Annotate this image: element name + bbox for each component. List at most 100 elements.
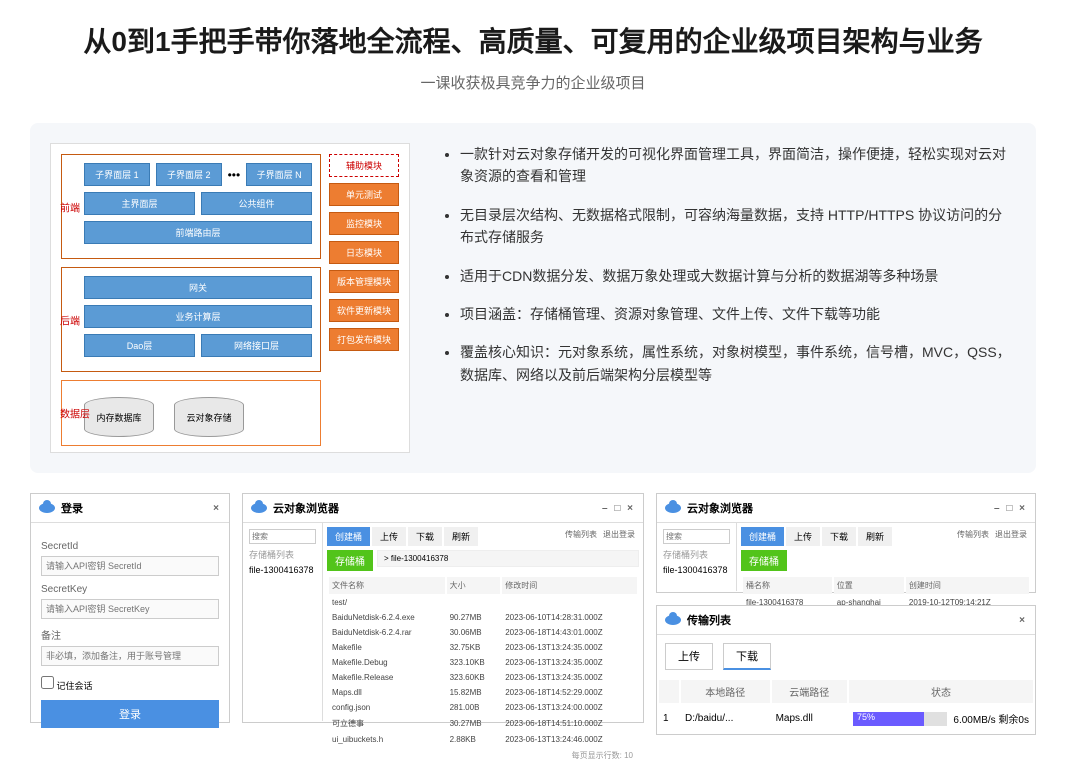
bucket-item[interactable]: file-1300416378 bbox=[249, 565, 316, 575]
cell-local: D:/baidu/... bbox=[681, 705, 770, 732]
table-row[interactable]: ui_uibuckets.h2.88KB2023-06-13T13:24:46.… bbox=[329, 733, 637, 746]
sidebar-search-input[interactable] bbox=[663, 529, 730, 544]
cloud-storage: 云对象存储 bbox=[174, 397, 244, 437]
window-controls[interactable]: – □ × bbox=[602, 503, 635, 514]
link-logout[interactable]: 退出登录 bbox=[995, 529, 1027, 548]
cloud-icon bbox=[251, 503, 267, 513]
tab-download[interactable]: 下载 bbox=[408, 527, 442, 546]
cloud-icon bbox=[665, 503, 681, 513]
cloud-icon bbox=[665, 615, 681, 625]
browser-window: 云对象浏览器 – □ × 存储桶列表 file-1300416378 创建桶 上… bbox=[242, 493, 644, 723]
row-num: 1 bbox=[659, 705, 679, 732]
table-row[interactable]: 1 D:/baidu/... Maps.dll 75% 6.00MB/s 剩余0… bbox=[659, 705, 1033, 732]
col-bucket: 桶名称 bbox=[743, 577, 832, 594]
ui-layer-2: 子界面层 2 bbox=[156, 163, 222, 186]
tab-download[interactable]: 下载 bbox=[822, 527, 856, 546]
table-row[interactable]: 可立德事30.27MB2023-06-18T14:51:10.000Z bbox=[329, 716, 637, 731]
col-time: 修改时间 bbox=[502, 577, 637, 594]
remember-checkbox[interactable] bbox=[41, 676, 54, 689]
login-button[interactable]: 登录 bbox=[41, 700, 219, 728]
page-subtitle: 一课收获极具竞争力的企业级项目 bbox=[30, 72, 1036, 93]
screenshots-row: 登录 × SecretId SecretKey 备注 记住会话 登录 云对象浏览… bbox=[30, 493, 1036, 735]
browser2-window: 云对象浏览器 – □ × 存储桶列表 file-1300416378 创建桶 上… bbox=[656, 493, 1036, 593]
note-input[interactable] bbox=[41, 646, 219, 666]
breadcrumb: > file-1300416378 bbox=[377, 550, 639, 567]
ui-layer-n: 子界面层 N bbox=[246, 163, 312, 186]
window-controls[interactable]: – □ × bbox=[994, 503, 1027, 514]
table-row[interactable]: BaiduNetdisk-6.2.4.exe90.27MB2023-06-10T… bbox=[329, 611, 637, 624]
router-layer: 前端路由层 bbox=[84, 221, 312, 244]
note-label: 备注 bbox=[41, 627, 219, 642]
dao-layer: Dao层 bbox=[84, 334, 195, 357]
main-ui-layer: 主界面层 bbox=[84, 192, 195, 215]
ui-layer-1: 子界面层 1 bbox=[84, 163, 150, 186]
table-row[interactable]: Makefile32.75KB2023-06-13T13:24:35.000Z bbox=[329, 641, 637, 654]
cloud-icon bbox=[39, 503, 55, 513]
backend-label: 后端 bbox=[60, 312, 80, 327]
frontend-label: 前端 bbox=[60, 199, 80, 214]
aux-version: 版本管理模块 bbox=[329, 270, 399, 293]
remember-label: 记住会话 bbox=[57, 681, 93, 691]
link-transfer[interactable]: 传输列表 bbox=[565, 529, 597, 548]
secretkey-input[interactable] bbox=[41, 599, 219, 619]
close-icon[interactable]: × bbox=[1019, 615, 1027, 626]
bucket-item[interactable]: file-1300416378 bbox=[663, 565, 730, 575]
feature-item: 无目录层次结构、无数据格式限制，可容纳海量数据，支持 HTTP/HTTPS 协议… bbox=[460, 204, 1016, 249]
aux-unit-test: 单元测试 bbox=[329, 183, 399, 206]
transfer-title: 传输列表 bbox=[687, 612, 731, 628]
dots: ••• bbox=[228, 168, 241, 182]
link-logout[interactable]: 退出登录 bbox=[603, 529, 635, 548]
feature-item: 一款针对云对象存储开发的可视化界面管理工具，界面简洁，操作便捷，轻松实现对云对象… bbox=[460, 143, 1016, 188]
table-row[interactable]: Makefile.Release323.60KB2023-06-13T13:24… bbox=[329, 671, 637, 684]
table-row[interactable]: config.json281.00B2023-06-13T13:24:00.00… bbox=[329, 701, 637, 714]
table-row[interactable]: BaiduNetdisk-6.2.4.rar30.06MB2023-06-18T… bbox=[329, 626, 637, 639]
table-row[interactable]: Maps.dll15.82MB2023-06-18T14:52:29.000Z bbox=[329, 686, 637, 699]
aux-package: 打包发布模块 bbox=[329, 328, 399, 351]
main-section: 前端 子界面层 1 子界面层 2 ••• 子界面层 N 主界面层 公共组件 前端… bbox=[30, 123, 1036, 473]
progress-bar: 75% bbox=[853, 712, 947, 726]
tab-create[interactable]: 创建桶 bbox=[741, 527, 784, 546]
sidebar-label: 存储桶列表 bbox=[663, 548, 730, 561]
sidebar-search-input[interactable] bbox=[249, 529, 316, 544]
cell-cloud: Maps.dll bbox=[772, 705, 847, 732]
tab-create[interactable]: 创建桶 bbox=[327, 527, 370, 546]
tab-refresh[interactable]: 刷新 bbox=[444, 527, 478, 546]
data-label: 数据层 bbox=[60, 406, 90, 421]
secretkey-label: SecretKey bbox=[41, 584, 219, 595]
file-table: 文件名称 大小 修改时间 test/BaiduNetdisk-6.2.4.exe… bbox=[327, 575, 639, 748]
login-window: 登录 × SecretId SecretKey 备注 记住会话 登录 bbox=[30, 493, 230, 723]
col-created: 创建时间 bbox=[906, 577, 1029, 594]
page-title: 从0到1手把手带你落地全流程、高质量、可复用的企业级项目架构与业务 bbox=[30, 20, 1036, 60]
feature-item: 适用于CDN数据分发、数据万象处理或大数据计算与分析的数据湖等多种场景 bbox=[460, 265, 1016, 287]
aux-title: 辅助模块 bbox=[329, 154, 399, 177]
mem-db: 内存数据库 bbox=[84, 397, 154, 437]
tab-upload[interactable]: 上传 bbox=[372, 527, 406, 546]
bucket-button[interactable]: 存储桶 bbox=[327, 550, 373, 571]
bucket-button[interactable]: 存储桶 bbox=[741, 550, 787, 571]
close-icon[interactable]: × bbox=[213, 503, 221, 514]
col-status: 状态 bbox=[849, 680, 1033, 703]
feature-item: 项目涵盖：存储桶管理、资源对象管理、文件上传、文件下载等功能 bbox=[460, 303, 1016, 325]
col-local: 本地路径 bbox=[681, 680, 770, 703]
speed-label: 6.00MB/s 剩余0s bbox=[953, 711, 1029, 726]
tab-upload[interactable]: 上传 bbox=[786, 527, 820, 546]
login-title: 登录 bbox=[61, 500, 83, 516]
browser2-title: 云对象浏览器 bbox=[687, 500, 753, 516]
aux-log: 日志模块 bbox=[329, 241, 399, 264]
sidebar-label: 存储桶列表 bbox=[249, 548, 316, 561]
net-layer: 网络接口层 bbox=[201, 334, 312, 357]
table-row[interactable]: test/ bbox=[329, 596, 637, 609]
feature-item: 覆盖核心知识：元对象系统，属性系统，对象树模型，事件系统，信号槽，MVC，QSS… bbox=[460, 341, 1016, 386]
gateway-layer: 网关 bbox=[84, 276, 312, 299]
pagination-label: 每页显示行数: 10 bbox=[327, 748, 639, 763]
link-transfer[interactable]: 传输列表 bbox=[957, 529, 989, 548]
aux-monitor: 监控模块 bbox=[329, 212, 399, 235]
transfer-window: 传输列表 × 上传 下载 本地路径 云端路径 状态 1 D:/baidu/...… bbox=[656, 605, 1036, 735]
table-row[interactable]: Makefile.Debug323.10KB2023-06-13T13:24:3… bbox=[329, 656, 637, 669]
col-size: 大小 bbox=[447, 577, 501, 594]
tab-upload[interactable]: 上传 bbox=[665, 643, 713, 670]
tab-refresh[interactable]: 刷新 bbox=[858, 527, 892, 546]
tab-download[interactable]: 下载 bbox=[723, 643, 771, 670]
common-components: 公共组件 bbox=[201, 192, 312, 215]
secretid-input[interactable] bbox=[41, 556, 219, 576]
